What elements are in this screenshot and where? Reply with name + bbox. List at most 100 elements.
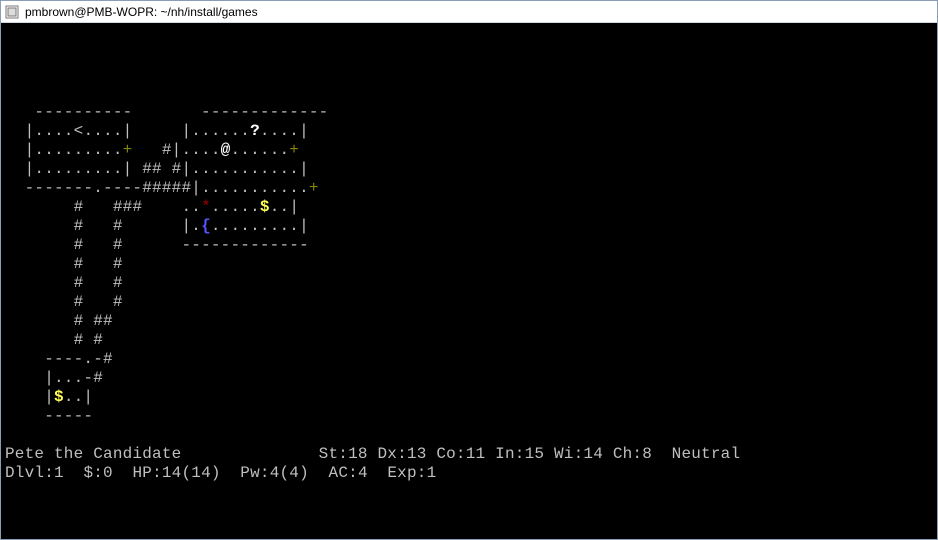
map-row: ----- xyxy=(5,407,933,426)
blank-line xyxy=(5,84,933,103)
map-glyph: # xyxy=(113,274,123,292)
window-frame: pmbrown@PMB-WOPR: ~/nh/install/games ---… xyxy=(0,0,938,540)
map-glyph: # xyxy=(113,293,123,311)
blank-line xyxy=(5,426,933,445)
gold-value: 0 xyxy=(103,464,113,482)
map-glyph: |......... xyxy=(5,141,123,159)
map-glyph: ------------- xyxy=(123,236,309,254)
map-glyph: .. xyxy=(181,198,201,216)
system-menu-icon[interactable] xyxy=(5,5,19,19)
game-map: ---------- ------------- |....<....| |..… xyxy=(5,103,933,426)
map-glyph: ..| xyxy=(64,388,93,406)
gold-label: $: xyxy=(83,464,103,482)
status-line-2: Dlvl:1 $:0 HP:14(14) Pw:4(4) AC:4 Exp:1 xyxy=(5,464,933,483)
dx-value: 13 xyxy=(407,445,427,463)
map-glyph: $ xyxy=(54,388,64,406)
map-row: # ## xyxy=(5,312,933,331)
st-value: 18 xyxy=(348,445,368,463)
map-glyph: |...........| xyxy=(181,160,308,178)
map-row: # # ------------- xyxy=(5,236,933,255)
co-value: 11 xyxy=(466,445,486,463)
blank-line xyxy=(5,46,933,65)
map-glyph xyxy=(83,312,93,330)
map-row: |....<....| |......?....| xyxy=(5,122,933,141)
map-glyph xyxy=(83,255,112,273)
map-glyph: ....| |...... xyxy=(83,122,250,140)
map-glyph: ### xyxy=(113,198,142,216)
terminal-viewport[interactable]: ---------- ------------- |....<....| |..… xyxy=(1,23,937,539)
map-glyph: ? xyxy=(250,122,260,140)
map-row: # # xyxy=(5,293,933,312)
map-glyph: < xyxy=(74,122,84,140)
map-glyph: # xyxy=(113,217,123,235)
map-glyph: # xyxy=(74,255,84,273)
map-glyph xyxy=(132,141,161,159)
map-glyph xyxy=(162,160,172,178)
exp-label: Exp: xyxy=(387,464,426,482)
map-row: # ### ..*.....$..| xyxy=(5,198,933,217)
map-glyph: * xyxy=(201,198,211,216)
map-glyph: ---------- ------------- xyxy=(5,103,328,121)
map-glyph: # xyxy=(93,331,103,349)
map-glyph: $ xyxy=(260,198,270,216)
window-titlebar[interactable]: pmbrown@PMB-WOPR: ~/nh/install/games xyxy=(1,1,937,23)
map-glyph: . xyxy=(83,350,93,368)
map-glyph xyxy=(83,236,112,254)
map-glyph: ...... xyxy=(230,141,289,159)
status-line-1: Pete the Candidate St:18 Dx:13 Co:11 In:… xyxy=(5,445,933,464)
character-name: Pete the Candidate xyxy=(5,445,181,463)
exp-value: 1 xyxy=(427,464,437,482)
map-row: -------.----#####|...........+ xyxy=(5,179,933,198)
map-glyph: + xyxy=(309,179,319,197)
map-glyph xyxy=(5,331,74,349)
map-glyph xyxy=(5,217,74,235)
map-glyph: . xyxy=(93,179,103,197)
pw-value: 4(4) xyxy=(270,464,309,482)
map-glyph: # xyxy=(74,198,84,216)
ac-value: 4 xyxy=(358,464,368,482)
map-row: |.........| ## #|...........| xyxy=(5,160,933,179)
in-value: 15 xyxy=(525,445,545,463)
ch-label: Ch: xyxy=(613,445,642,463)
st-label: St: xyxy=(319,445,348,463)
map-glyph: + xyxy=(289,141,299,159)
map-glyph: ----- xyxy=(5,407,93,425)
hp-value: 14(14) xyxy=(162,464,221,482)
map-glyph: ##### xyxy=(142,179,191,197)
map-glyph: |........... xyxy=(191,179,309,197)
map-glyph: |.... xyxy=(172,141,221,159)
map-row: ----.-# xyxy=(5,350,933,369)
map-row: |...-# xyxy=(5,369,933,388)
map-row: |$..| xyxy=(5,388,933,407)
map-glyph xyxy=(5,274,74,292)
map-glyph: # xyxy=(93,369,103,387)
map-glyph: ..... xyxy=(211,198,260,216)
map-glyph: # xyxy=(162,141,172,159)
wi-value: 14 xyxy=(583,445,603,463)
map-row: # # xyxy=(5,331,933,350)
map-glyph: # xyxy=(113,236,123,254)
dx-label: Dx: xyxy=(378,445,407,463)
map-glyph: # xyxy=(103,350,113,368)
in-label: In: xyxy=(495,445,524,463)
map-glyph xyxy=(83,331,93,349)
map-glyph: # xyxy=(74,274,84,292)
map-glyph: |. xyxy=(123,217,201,235)
map-row: |.........+ #|....@......+ xyxy=(5,141,933,160)
map-glyph: # xyxy=(113,255,123,273)
dlvl-label: Dlvl: xyxy=(5,464,54,482)
map-glyph xyxy=(5,236,74,254)
map-glyph: # xyxy=(172,160,182,178)
map-glyph xyxy=(83,198,112,216)
map-glyph: .........| xyxy=(211,217,309,235)
ch-value: 8 xyxy=(642,445,652,463)
hp-label: HP: xyxy=(132,464,161,482)
map-glyph: |.........| xyxy=(5,160,142,178)
map-glyph xyxy=(5,293,74,311)
map-glyph xyxy=(83,274,112,292)
map-row: # # xyxy=(5,255,933,274)
map-glyph: @ xyxy=(221,141,231,159)
map-glyph xyxy=(142,198,181,216)
map-glyph: ## xyxy=(142,160,162,178)
map-row: ---------- ------------- xyxy=(5,103,933,122)
